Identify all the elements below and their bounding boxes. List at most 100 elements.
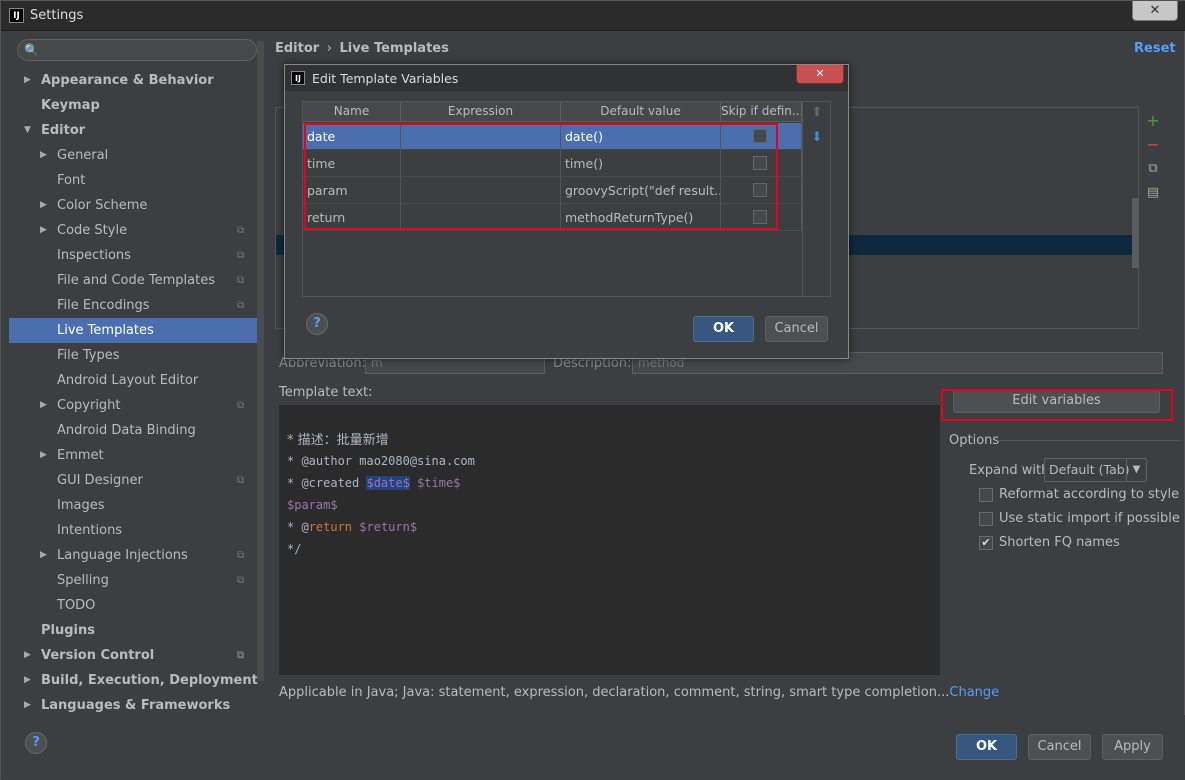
- sidebar-item-live-templates[interactable]: Live Templates: [9, 318, 263, 343]
- sidebar-item-label: Intentions: [57, 523, 123, 538]
- dialog-close-button[interactable]: ✕: [796, 65, 844, 84]
- reset-link[interactable]: Reset: [1134, 41, 1176, 56]
- code-var-return: $return$: [359, 520, 418, 534]
- dialog-title: Edit Template Variables: [312, 71, 459, 86]
- reorder-controls: ⬆ ⬇: [802, 102, 830, 296]
- sidebar-item-keymap[interactable]: Keymap: [9, 93, 263, 118]
- sidebar-item-label: Android Data Binding: [57, 423, 196, 438]
- sidebar-item-label: Live Templates: [57, 323, 154, 338]
- move-down-icon[interactable]: ⬇: [810, 130, 824, 145]
- sidebar-item-todo[interactable]: TODO: [9, 593, 263, 618]
- sidebar-item-emmet[interactable]: ▶ Emmet: [9, 443, 263, 468]
- templates-scrollbar[interactable]: [1132, 198, 1139, 268]
- ok-button[interactable]: OK: [956, 734, 1017, 760]
- options-label: Options: [949, 433, 1000, 448]
- sidebar-item-file-types[interactable]: File Types: [9, 343, 263, 368]
- sidebar-item-plugins[interactable]: Plugins: [9, 618, 263, 643]
- chevron-right-icon[interactable]: ▶: [40, 193, 47, 218]
- column-name[interactable]: Name: [303, 102, 401, 122]
- settings-window: IJ Settings ✕ 🔍 ▶ Appearance & Behavior Ke…: [0, 0, 1185, 780]
- sidebar-item-label: Keymap: [41, 98, 100, 113]
- expand-with-select[interactable]: Default (Tab) ▼: [1044, 458, 1147, 482]
- add-icon[interactable]: +: [1145, 113, 1161, 129]
- code-return-keyword: return: [308, 520, 353, 534]
- sidebar-item-editor[interactable]: ▼ Editor: [9, 118, 263, 143]
- sidebar-item-build-execution-deployment[interactable]: ▶ Build, Execution, Deployment: [9, 668, 263, 693]
- column-default-value[interactable]: Default value: [561, 102, 721, 122]
- sidebar-scrollbar[interactable]: [257, 41, 264, 681]
- sidebar-item-code-style[interactable]: ▶ Code Style ⧉: [9, 218, 263, 243]
- chevron-right-icon[interactable]: ▶: [24, 668, 31, 693]
- code-var-time: $time$: [417, 476, 461, 490]
- code-return-prefix: * @: [287, 520, 309, 534]
- dialog-cancel-button[interactable]: Cancel: [765, 316, 828, 342]
- sidebar-item-general[interactable]: ▶ General: [9, 143, 263, 168]
- chevron-right-icon[interactable]: ▶: [40, 393, 47, 418]
- sidebar-item-color-scheme[interactable]: ▶ Color Scheme: [9, 193, 263, 218]
- sidebar-item-images[interactable]: Images: [9, 493, 263, 518]
- sidebar-item-font[interactable]: Font: [9, 168, 263, 193]
- copy-icon[interactable]: ⧉: [1145, 161, 1161, 177]
- template-group-icon[interactable]: ▤: [1145, 185, 1161, 201]
- help-icon[interactable]: ?: [25, 732, 47, 754]
- sidebar-item-language-injections[interactable]: ▶ Language Injections ⧉: [9, 543, 263, 568]
- column-skip-if-defined[interactable]: Skip if defin...: [721, 102, 802, 122]
- sidebar-item-label: GUI Designer: [57, 473, 143, 488]
- sidebar-item-copyright[interactable]: ▶ Copyright ⧉: [9, 393, 263, 418]
- move-up-icon[interactable]: ⬆: [810, 105, 824, 120]
- sidebar-item-file-and-code-templates[interactable]: File and Code Templates ⧉: [9, 268, 263, 293]
- project-scope-icon: ⧉: [237, 550, 245, 561]
- dialog-title-bar: IJ Edit Template Variables ✕: [285, 65, 848, 91]
- settings-search-input[interactable]: 🔍: [17, 39, 257, 61]
- edit-template-variables-dialog: IJ Edit Template Variables ✕ Name Expres…: [284, 64, 849, 359]
- window-title: Settings: [30, 8, 84, 23]
- project-scope-icon: ⧉: [237, 250, 245, 261]
- project-scope-icon: ⧉: [237, 650, 245, 661]
- code-line-4: $param$: [287, 498, 338, 512]
- sidebar-item-label: Plugins: [41, 623, 95, 638]
- sidebar-item-spelling[interactable]: Spelling ⧉: [9, 568, 263, 593]
- chevron-right-icon[interactable]: ▶: [40, 218, 47, 243]
- project-scope-icon: ⧉: [237, 400, 245, 411]
- sidebar-item-inspections[interactable]: Inspections ⧉: [9, 243, 263, 268]
- breadcrumb-editor: Editor: [275, 41, 320, 56]
- sidebar-item-appearance-behavior[interactable]: ▶ Appearance & Behavior: [9, 68, 263, 93]
- chevron-right-icon[interactable]: ▶: [40, 543, 47, 568]
- window-close-button[interactable]: ✕: [1132, 1, 1178, 21]
- chevron-right-icon[interactable]: ▶: [24, 68, 31, 93]
- change-link[interactable]: Change: [949, 685, 999, 700]
- reformat-label: Reformat according to style: [999, 487, 1180, 502]
- chevron-right-icon[interactable]: ▶: [40, 443, 47, 468]
- column-expression[interactable]: Expression: [401, 102, 561, 122]
- sidebar-item-intentions[interactable]: Intentions: [9, 518, 263, 543]
- static-import-checkbox[interactable]: [979, 512, 993, 526]
- sidebar-item-version-control[interactable]: ▶ Version Control ⧉: [9, 643, 263, 668]
- project-scope-icon: ⧉: [237, 475, 245, 486]
- shorten-fq-checkbox[interactable]: ✔: [979, 536, 993, 550]
- sidebar-item-label: Images: [57, 498, 105, 513]
- chevron-right-icon[interactable]: ▶: [24, 643, 31, 668]
- sidebar-item-gui-designer[interactable]: GUI Designer ⧉: [9, 468, 263, 493]
- sidebar-item-label: File Types: [57, 348, 120, 363]
- chevron-right-icon[interactable]: ▶: [40, 143, 47, 168]
- reformat-checkbox[interactable]: [979, 488, 993, 502]
- cancel-button[interactable]: Cancel: [1028, 734, 1091, 760]
- sidebar-item-label: Copyright: [57, 398, 121, 413]
- highlight-variables-rows: [304, 123, 778, 230]
- code-line-3: * @created $date$ $time$: [287, 476, 460, 490]
- project-scope-icon: ⧉: [237, 275, 245, 286]
- remove-icon[interactable]: −: [1145, 137, 1161, 153]
- help-icon[interactable]: ?: [306, 313, 328, 335]
- project-scope-icon: ⧉: [237, 575, 245, 586]
- dialog-ok-button[interactable]: OK: [693, 316, 754, 342]
- template-text-editor[interactable]: * 描述：批量新增 * @author mao2080@sina.com * @…: [279, 405, 940, 675]
- sidebar-item-file-encodings[interactable]: File Encodings ⧉: [9, 293, 263, 318]
- sidebar-item-android-data-binding[interactable]: Android Data Binding: [9, 418, 263, 443]
- intellij-app-icon: IJ: [9, 8, 24, 23]
- apply-button[interactable]: Apply: [1102, 734, 1163, 760]
- chevron-down-icon[interactable]: ▼: [24, 118, 31, 143]
- intellij-app-icon: IJ: [291, 71, 305, 85]
- sidebar-item-label: TODO: [57, 598, 96, 613]
- footer-bar: ? OK Cancel Apply: [1, 715, 1185, 780]
- sidebar-item-android-layout-editor[interactable]: Android Layout Editor: [9, 368, 263, 393]
